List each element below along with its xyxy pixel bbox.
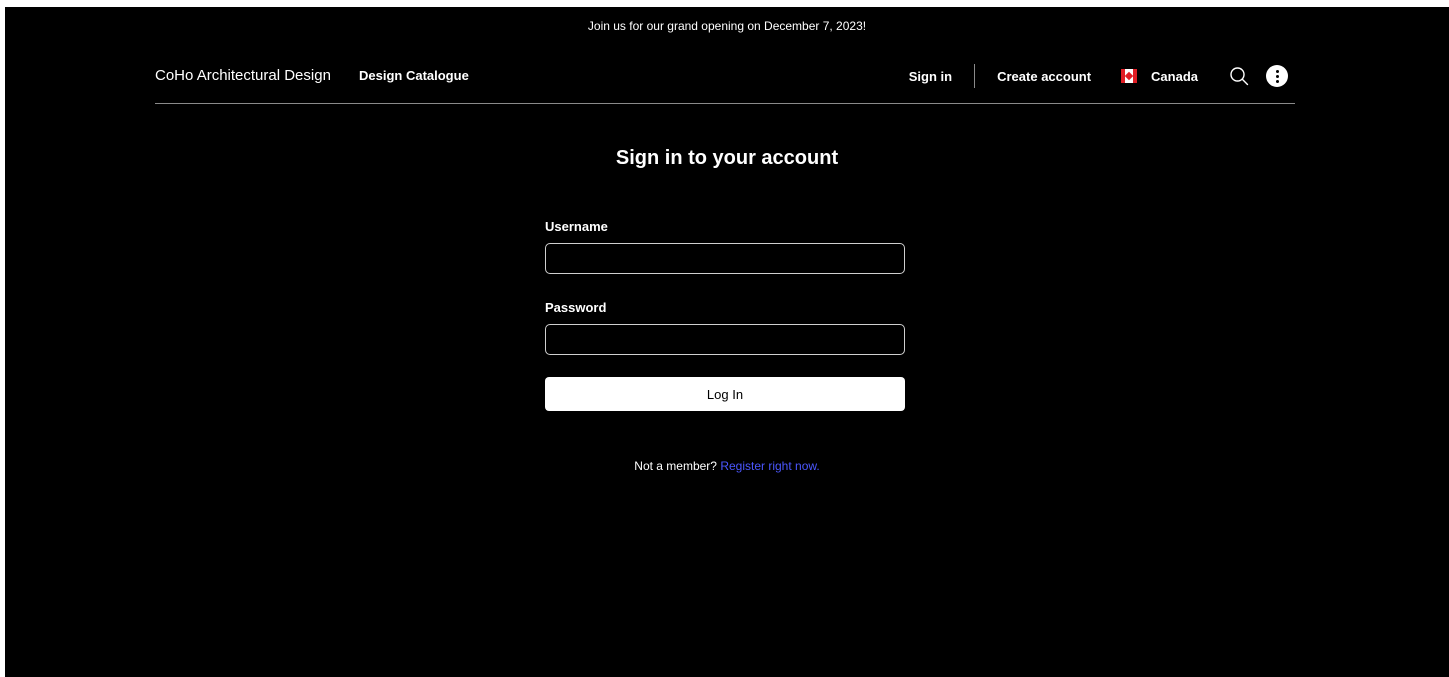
more-dot-bottom bbox=[1275, 79, 1279, 83]
more-dot-middle bbox=[1275, 74, 1279, 78]
sign-in-form: Username Password Log In bbox=[545, 219, 905, 411]
password-input[interactable] bbox=[545, 324, 905, 355]
sign-in-link[interactable]: Sign in bbox=[909, 69, 952, 84]
brand-name[interactable]: CoHo Architectural Design bbox=[155, 67, 331, 84]
nav-divider bbox=[974, 64, 976, 88]
page: Join us for our grand opening on Decembe… bbox=[5, 7, 1449, 677]
country-label: Canada bbox=[1151, 68, 1198, 84]
country-selector[interactable]: Canada bbox=[1121, 69, 1198, 84]
search-icon[interactable] bbox=[1228, 65, 1250, 87]
site-header: CoHo Architectural Design Design Catalog… bbox=[155, 61, 1295, 104]
announcement-banner: Join us for our grand opening on Decembe… bbox=[587, 19, 867, 33]
register-link[interactable]: Register right now. bbox=[720, 459, 819, 473]
page-title: Sign in to your account bbox=[615, 147, 839, 169]
password-label: Password bbox=[545, 300, 607, 315]
header-actions: Sign in Create account Canada bbox=[909, 61, 1295, 91]
register-prompt-text: Not a member? bbox=[634, 459, 717, 473]
username-label: Username bbox=[545, 219, 608, 234]
browser-top-strip bbox=[0, 0, 1449, 7]
more-options-icon[interactable] bbox=[1266, 65, 1288, 87]
more-dot-top bbox=[1275, 69, 1279, 73]
canada-flag-icon bbox=[1121, 69, 1138, 83]
create-account-link[interactable]: Create account bbox=[997, 69, 1091, 84]
username-input[interactable] bbox=[545, 243, 905, 274]
log-in-button[interactable]: Log In bbox=[545, 377, 905, 411]
nav-design-catalogue[interactable]: Design Catalogue bbox=[359, 68, 469, 83]
register-prompt: Not a member? Register right now. bbox=[5, 459, 1449, 473]
